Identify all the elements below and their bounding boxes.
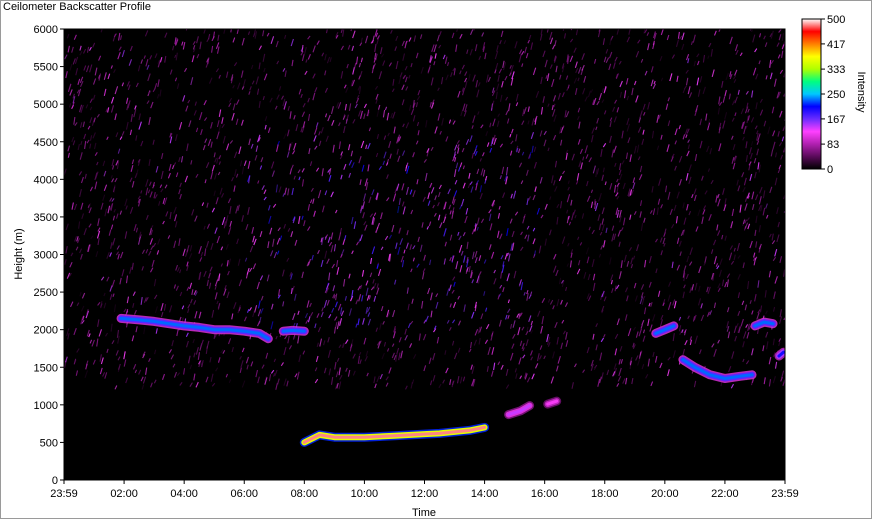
colorbar-label: Intensity: [855, 72, 867, 113]
y-tick-label: 2500: [34, 287, 58, 299]
colorbar: [801, 18, 822, 170]
y-tick-label: 4000: [34, 174, 58, 186]
x-tick-label: 23:59: [771, 488, 799, 500]
y-tick-label: 5000: [34, 99, 58, 111]
y-tick-label: 1500: [34, 362, 58, 374]
noise-speck: [173, 29, 175, 30]
y-tick-label: 6000: [34, 24, 58, 36]
x-tick-label: 10:00: [351, 488, 379, 500]
noise-speck: [473, 29, 475, 30]
layer-core: [281, 328, 306, 333]
y-tick-label: 3500: [34, 212, 58, 224]
backscatter-chart: 6000550050004500400035003000250020001500…: [13, 14, 867, 519]
x-tick-label: 04:00: [170, 488, 198, 500]
colorbar-tick-label: 333: [827, 64, 845, 76]
x-tick-label: 23:59: [50, 488, 78, 500]
x-tick-label: 22:00: [711, 488, 739, 500]
colorbar-tick-label: 250: [827, 89, 845, 101]
plot-area: [64, 29, 785, 480]
y-axis: 6000550050004500400035003000250020001500…: [34, 24, 64, 487]
colorbar-ticks: 500 417 333 250 167 83 0: [821, 14, 845, 176]
y-tick-label: 0: [52, 475, 58, 487]
y-axis-label: Height (m): [13, 228, 25, 279]
x-tick-label: 12:00: [411, 488, 439, 500]
y-tick-label: 2000: [34, 325, 58, 337]
x-tick-label: 08:00: [291, 488, 319, 500]
x-tick-label: 06:00: [230, 488, 258, 500]
colorbar-tick-label: 500: [827, 14, 845, 26]
y-tick-label: 4500: [34, 137, 58, 149]
colorbar-tick-label: 167: [827, 114, 845, 126]
x-tick-label: 18:00: [591, 488, 619, 500]
x-axis: 23:59 02:00 04:00 06:00 08:00 10:00 12:00 14:00…: [50, 480, 799, 500]
colorbar-tick-label: 0: [827, 164, 833, 176]
colorbar-tick-label: 417: [827, 39, 845, 51]
colorbar-tick-label: 83: [827, 139, 839, 151]
x-tick-label: 14:00: [471, 488, 499, 500]
x-tick-label: 16:00: [531, 488, 559, 500]
x-tick-label: 20:00: [651, 488, 679, 500]
y-tick-label: 500: [40, 437, 58, 449]
y-tick-label: 1000: [34, 400, 58, 412]
y-tick-label: 3000: [34, 250, 58, 262]
x-axis-label: Time: [412, 507, 436, 519]
x-tick-label: 02:00: [110, 488, 138, 500]
y-tick-label: 5500: [34, 62, 58, 74]
